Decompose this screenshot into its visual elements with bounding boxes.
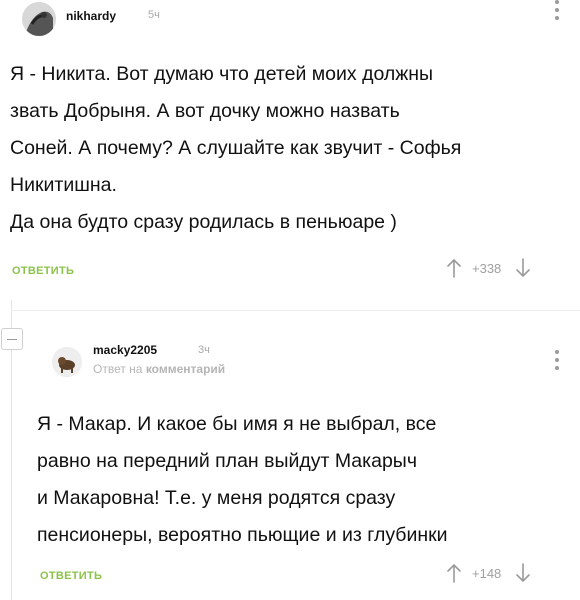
rating-count: +338 (472, 260, 502, 276)
comment-line: равно на передний план выйдут Макарыч (37, 450, 417, 472)
timestamp: 5ч (148, 9, 160, 21)
reply-to-label: Ответ на комментарий (93, 362, 225, 376)
comment-text: Я - Никита. Вот думаю что детей моих дол… (10, 56, 461, 241)
comment-line: Да она будто сразу родилась в пеньюаре ) (10, 211, 397, 233)
rating-count: +148 (472, 565, 502, 581)
more-vertical-icon[interactable] (552, 0, 562, 24)
timestamp: 3ч (198, 344, 210, 356)
arrow-down-icon[interactable] (515, 563, 531, 583)
reply-button[interactable]: ОТВЕТИТЬ (12, 265, 74, 277)
comment-line: и Макаровна! Т.е. у меня родятся сразу (37, 487, 396, 509)
reply-button[interactable]: ОТВЕТИТЬ (40, 570, 102, 582)
comment-line: Я - Макар. И какое бы имя я не выбрал, в… (37, 413, 437, 435)
minus-icon[interactable] (1, 328, 23, 350)
username[interactable]: macky2205 (93, 343, 157, 357)
username[interactable]: nikhardy (66, 9, 116, 23)
comment-line: Никитишна. (10, 174, 117, 196)
comment-line: Я - Никита. Вот думаю что детей моих дол… (10, 63, 434, 85)
comment-line: Соней. А почему? А слушайте как звучит -… (10, 137, 462, 159)
arrow-down-icon[interactable] (515, 258, 531, 278)
arrow-up-icon[interactable] (446, 563, 462, 583)
reply-to-link[interactable]: комментарий (146, 362, 225, 376)
comment-line: пенсионеры, вероятно пьющие и из глубинк… (37, 524, 448, 546)
comment-line: звать Добрыня. А вот дочку можно назвать (10, 100, 400, 122)
reply-to-prefix: Ответ на (93, 362, 143, 376)
vote-controls: +148 (446, 563, 531, 583)
comment-text: Я - Макар. И какое бы имя я не выбрал, в… (37, 406, 448, 554)
avatar[interactable] (22, 2, 56, 36)
vote-controls: +338 (446, 258, 531, 278)
more-vertical-icon[interactable] (552, 350, 562, 374)
avatar[interactable] (52, 347, 82, 377)
arrow-up-icon[interactable] (446, 258, 462, 278)
thread-separator (11, 310, 580, 311)
